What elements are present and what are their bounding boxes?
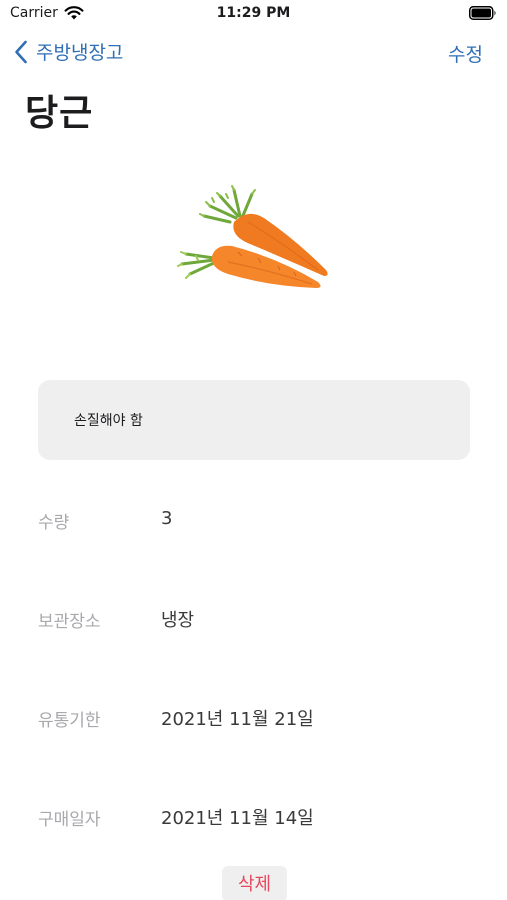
storage-value: 냉장 xyxy=(161,610,195,631)
chevron-left-icon xyxy=(15,40,27,63)
memo-box: 손질해야 함 xyxy=(38,380,470,460)
carrot-image xyxy=(177,185,328,288)
page-title: 당근 xyxy=(25,93,94,134)
memo-text: 손질해야 함 xyxy=(74,413,143,429)
purchase-date-label: 구매일자 xyxy=(38,810,101,830)
storage-label: 보관장소 xyxy=(38,612,101,632)
expiry-value: 2021년 11월 21일 xyxy=(161,709,314,730)
quantity-value: 3 xyxy=(161,508,173,529)
back-button-label: 주방냉장고 xyxy=(36,42,124,64)
status-bar: Carrier 11:29 PM xyxy=(0,0,507,28)
battery-icon xyxy=(469,6,496,20)
edit-button[interactable]: 수정 xyxy=(448,40,483,67)
delete-button[interactable]: 삭제 xyxy=(222,866,287,900)
item-detail-screen: Carrier 11:29 PM 주방냉장고 수정 당근 손질해야 함 수량 3… xyxy=(0,0,507,900)
quantity-label: 수량 xyxy=(38,513,70,533)
back-button[interactable]: 주방냉장고 xyxy=(14,38,123,65)
status-time: 11:29 PM xyxy=(216,5,291,21)
expiry-label: 유통기한 xyxy=(38,711,101,731)
purchase-date-value: 2021년 11월 14일 xyxy=(161,808,314,829)
